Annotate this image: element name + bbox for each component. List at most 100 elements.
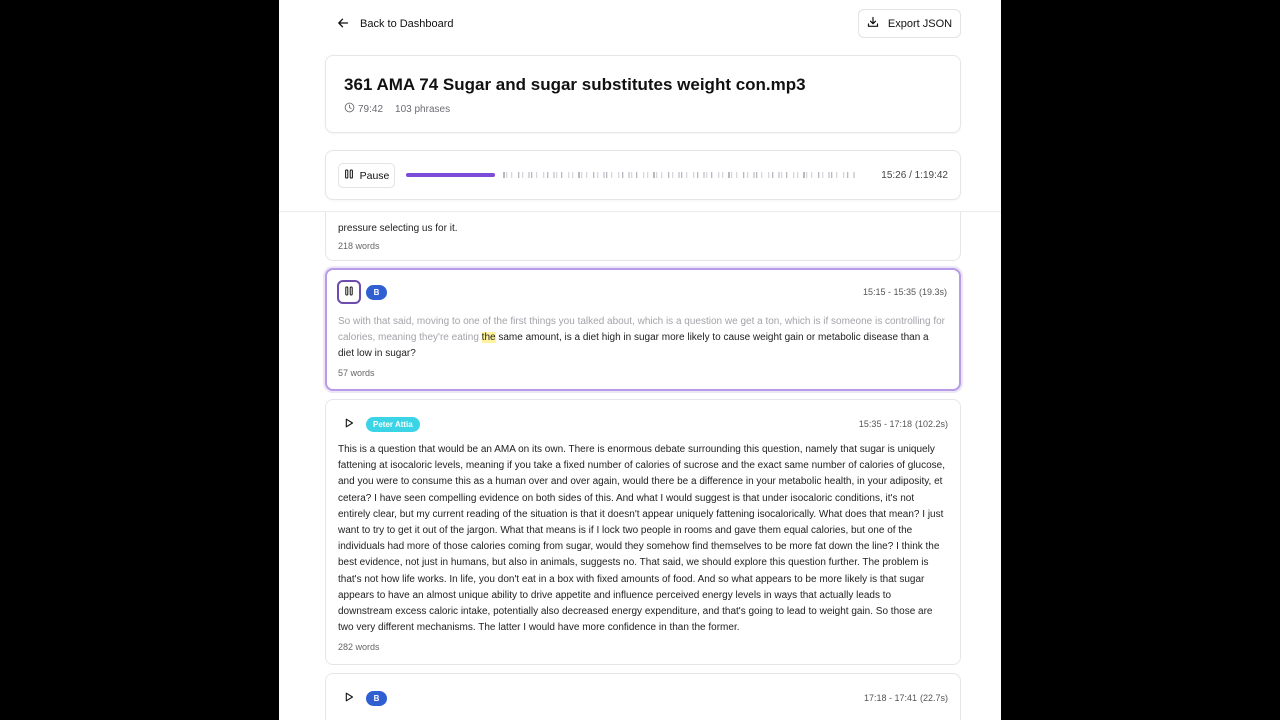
segment-marker — [656, 172, 658, 178]
pause-button[interactable]: Pause — [338, 163, 395, 188]
segment-marker — [853, 172, 855, 178]
clock-icon — [344, 102, 355, 116]
segment-marker — [793, 172, 795, 178]
duration-text: 79:42 — [358, 103, 384, 115]
segment-marker — [778, 172, 780, 178]
segment-marker — [822, 172, 824, 178]
segment-marker — [618, 172, 620, 178]
segment-marker — [578, 172, 580, 178]
segment-marker — [653, 172, 655, 178]
segment-header: B 15:15 - 15:35 (19.3s) — [337, 280, 947, 304]
segment-marker — [622, 172, 624, 178]
segment-timestamp: 15:35 - 17:18 (102.2s) — [858, 419, 948, 429]
segment-marker — [547, 172, 549, 178]
pause-label: Pause — [359, 169, 390, 182]
segment-marker — [543, 172, 545, 178]
segment-marker — [831, 172, 833, 178]
segment-marker — [518, 172, 520, 178]
segment-marker — [797, 172, 799, 178]
pause-icon — [344, 283, 354, 301]
transcript-list[interactable]: pressure selecting us for it. 218 words … — [279, 212, 1001, 720]
segment-marker — [772, 172, 774, 178]
transcript-segment-active[interactable]: B 15:15 - 15:35 (19.3s) So with that said… — [325, 268, 961, 391]
segment-header: B 17:18 - 17:41 (22.7s) — [337, 686, 948, 710]
segment-marker — [697, 172, 699, 178]
segment-marker — [678, 172, 680, 178]
segment-marker — [581, 172, 583, 178]
segment-marker — [672, 172, 674, 178]
audio-player: Pause 15:26 / 1:19:42 — [325, 150, 961, 200]
segment-marker — [603, 172, 605, 178]
segment-text: So with that said, moving to one of the … — [338, 314, 947, 363]
file-title: 361 AMA 74 Sugar and sugar substitutes w… — [344, 75, 806, 94]
top-bar: Back to Dashboard Export JSON — [279, 0, 1001, 46]
segment-marker — [586, 172, 588, 178]
pause-icon — [344, 169, 354, 182]
speaker-badge: B — [366, 690, 387, 706]
export-label: Export JSON — [887, 17, 953, 30]
segment-marker — [506, 172, 508, 178]
segment-marker — [693, 172, 695, 178]
transcript-segment[interactable]: Peter Attia 15:35 - 17:18 (102.2s) This i… — [325, 399, 961, 665]
segment-marker — [761, 172, 763, 178]
segment-marker — [703, 172, 705, 178]
segment-marker — [561, 172, 563, 178]
segment-marker — [611, 172, 613, 178]
speaker-badge: B — [366, 284, 387, 300]
file-meta: 79:42 103 phrases — [344, 102, 450, 116]
segment-timestamp: 15:15 - 15:35 (19.3s) — [862, 287, 947, 297]
segment-marker — [606, 172, 608, 178]
word-count: 282 words — [338, 642, 380, 652]
play-icon — [344, 415, 354, 433]
segment-marker — [661, 172, 663, 178]
segment-marker — [803, 172, 805, 178]
duration-info: 79:42 — [344, 102, 383, 116]
segment-pause-button[interactable] — [337, 280, 361, 304]
back-to-dashboard-link[interactable]: Back to Dashboard — [337, 15, 454, 33]
segment-text: This is a question that would be an AMA … — [338, 444, 945, 634]
segment-marker — [643, 172, 645, 178]
segment-marker — [806, 172, 808, 178]
segment-marker — [668, 172, 670, 178]
segment-marker — [556, 172, 558, 178]
segment-marker — [781, 172, 783, 178]
segment-marker — [818, 172, 820, 178]
segment-markers — [503, 172, 855, 178]
phrase-count: 103 phrases — [395, 103, 451, 115]
segment-marker — [597, 172, 599, 178]
segment-text: pressure selecting us for it. — [338, 223, 458, 234]
segment-play-button[interactable] — [337, 412, 361, 436]
segment-marker — [843, 172, 845, 178]
play-icon — [344, 689, 354, 707]
segment-marker — [731, 172, 733, 178]
segment-marker — [747, 172, 749, 178]
speaker-badge: Peter Attia — [366, 416, 420, 432]
segment-marker — [553, 172, 555, 178]
segment-play-button[interactable] — [337, 686, 361, 710]
progress-track[interactable] — [406, 170, 858, 180]
word-count: 218 words — [338, 241, 380, 251]
segment-marker — [572, 172, 574, 178]
segment-marker — [531, 172, 533, 178]
segment-marker — [593, 172, 595, 178]
segment-marker — [836, 172, 838, 178]
back-label: Back to Dashboard — [360, 18, 454, 30]
segment-marker — [522, 172, 524, 178]
word-count: 57 words — [338, 368, 375, 378]
current-word: the — [481, 332, 496, 344]
segment-marker — [828, 172, 830, 178]
arrow-left-icon — [337, 17, 349, 32]
transcript-segment[interactable]: B 17:18 - 17:41 (22.7s) — [325, 673, 961, 720]
segment-marker — [511, 172, 513, 178]
segment-marker — [743, 172, 745, 178]
segment-marker — [756, 172, 758, 178]
transcript-segment: pressure selecting us for it. 218 words — [325, 212, 961, 261]
file-info-card: 361 AMA 74 Sugar and sugar substitutes w… — [325, 55, 961, 133]
segment-marker — [568, 172, 570, 178]
segment-marker — [711, 172, 713, 178]
segment-marker — [536, 172, 538, 178]
segment-marker — [811, 172, 813, 178]
segment-marker — [503, 172, 505, 178]
export-json-button[interactable]: Export JSON — [858, 9, 961, 38]
segment-marker — [736, 172, 738, 178]
